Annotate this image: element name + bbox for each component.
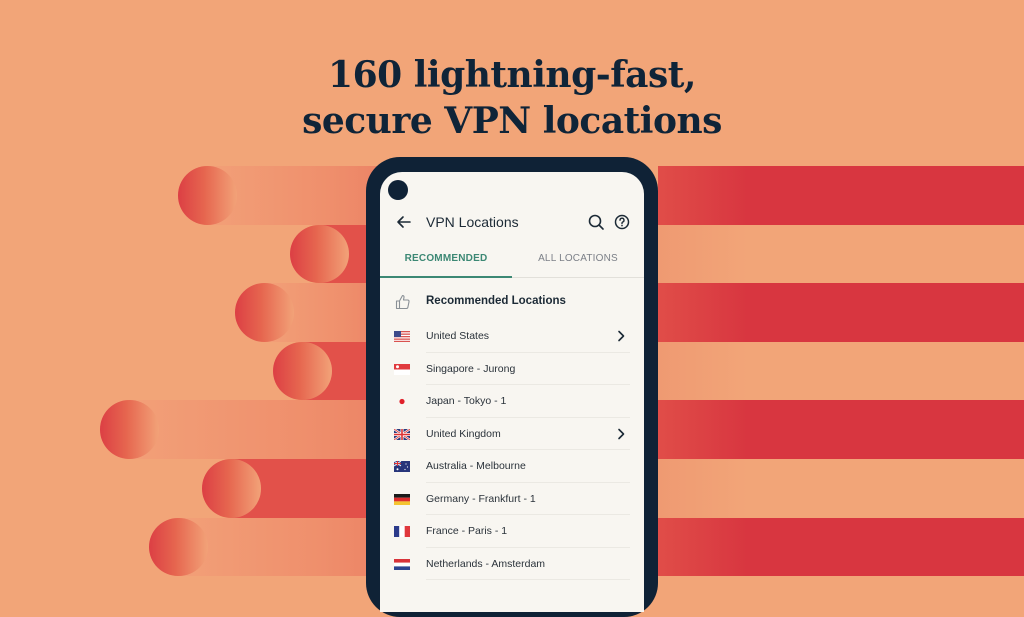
section-header: Recommended Locations xyxy=(380,288,644,316)
location-row[interactable]: Japan - Tokyo - 1 xyxy=(380,385,644,418)
stripe-right xyxy=(658,166,1024,225)
location-label: Germany - Frankfurt - 1 xyxy=(426,492,536,505)
au-flag-icon xyxy=(394,461,410,472)
sg-flag-icon xyxy=(394,363,410,375)
location-row[interactable]: Netherlands - Amsterdam xyxy=(380,548,644,580)
phone-screen: VPN Locations RECOMMENDED ALL LOCATIONS … xyxy=(380,172,644,612)
location-list: United States Singapore - Jurong Japan - T… xyxy=(380,320,644,580)
headline: 160 lightning-fast, secure VPN locations xyxy=(0,52,1024,144)
thumbs-up-icon xyxy=(395,294,410,310)
nl-flag-icon xyxy=(394,558,410,570)
stripe-circle xyxy=(178,166,237,225)
uk-flag-icon xyxy=(394,428,410,440)
help-circle-icon[interactable] xyxy=(612,212,632,232)
tab-recommended[interactable]: RECOMMENDED xyxy=(380,246,512,278)
stripe-right xyxy=(658,341,1024,401)
search-icon[interactable] xyxy=(586,212,606,232)
stripe-right xyxy=(658,283,1024,342)
stripe-right xyxy=(658,459,1024,518)
stripe-circle xyxy=(290,224,349,284)
stripe-left xyxy=(178,517,380,577)
camera-hole xyxy=(388,180,408,200)
stripe-circle xyxy=(100,400,159,459)
stripe-circle xyxy=(149,517,208,577)
location-row[interactable]: United States xyxy=(380,320,644,353)
location-label: United Kingdom xyxy=(426,427,501,440)
stripe-circle xyxy=(235,283,294,342)
location-label: Japan - Tokyo - 1 xyxy=(426,395,507,407)
location-row[interactable]: France - Paris - 1 xyxy=(380,515,644,548)
section-title: Recommended Locations xyxy=(426,295,566,307)
location-row[interactable]: Germany - Frankfurt - 1 xyxy=(380,483,644,515)
location-label: Singapore - Jurong xyxy=(426,362,516,375)
stripe-circle xyxy=(273,341,332,401)
fr-flag-icon xyxy=(394,526,410,537)
headline-line-1: 160 lightning-fast, xyxy=(328,54,696,96)
tab-bar: RECOMMENDED ALL LOCATIONS xyxy=(380,246,644,278)
stripe-right xyxy=(658,400,1024,459)
location-label: United States xyxy=(426,330,490,342)
chevron-right-icon[interactable] xyxy=(614,328,628,344)
jp-flag-icon xyxy=(399,398,405,405)
stripe-left xyxy=(129,400,380,459)
location-label: Netherlands - Amsterdam xyxy=(426,557,546,570)
phone-frame: VPN Locations RECOMMENDED ALL LOCATIONS … xyxy=(366,157,658,617)
location-row[interactable]: Australia - Melbourne xyxy=(380,450,644,483)
chevron-right-icon[interactable] xyxy=(614,426,628,442)
location-row[interactable]: Singapore - Jurong xyxy=(380,353,644,385)
stripe-right xyxy=(658,224,1024,284)
headline-line-2: secure VPN locations xyxy=(302,100,722,142)
us-flag-icon xyxy=(394,331,410,342)
tab-all-locations[interactable]: ALL LOCATIONS xyxy=(512,246,644,277)
arrow-left-icon[interactable] xyxy=(394,212,414,232)
screen-title: VPN Locations xyxy=(426,214,519,230)
row-divider xyxy=(426,579,630,580)
app-bar: VPN Locations xyxy=(380,208,644,236)
location-row[interactable]: United Kingdom xyxy=(380,418,644,450)
de-flag-icon xyxy=(394,493,410,505)
location-label: France - Paris - 1 xyxy=(426,525,508,537)
location-label: Australia - Melbourne xyxy=(426,460,526,472)
stripe-circle xyxy=(202,459,261,518)
stripe-right xyxy=(658,517,1024,577)
